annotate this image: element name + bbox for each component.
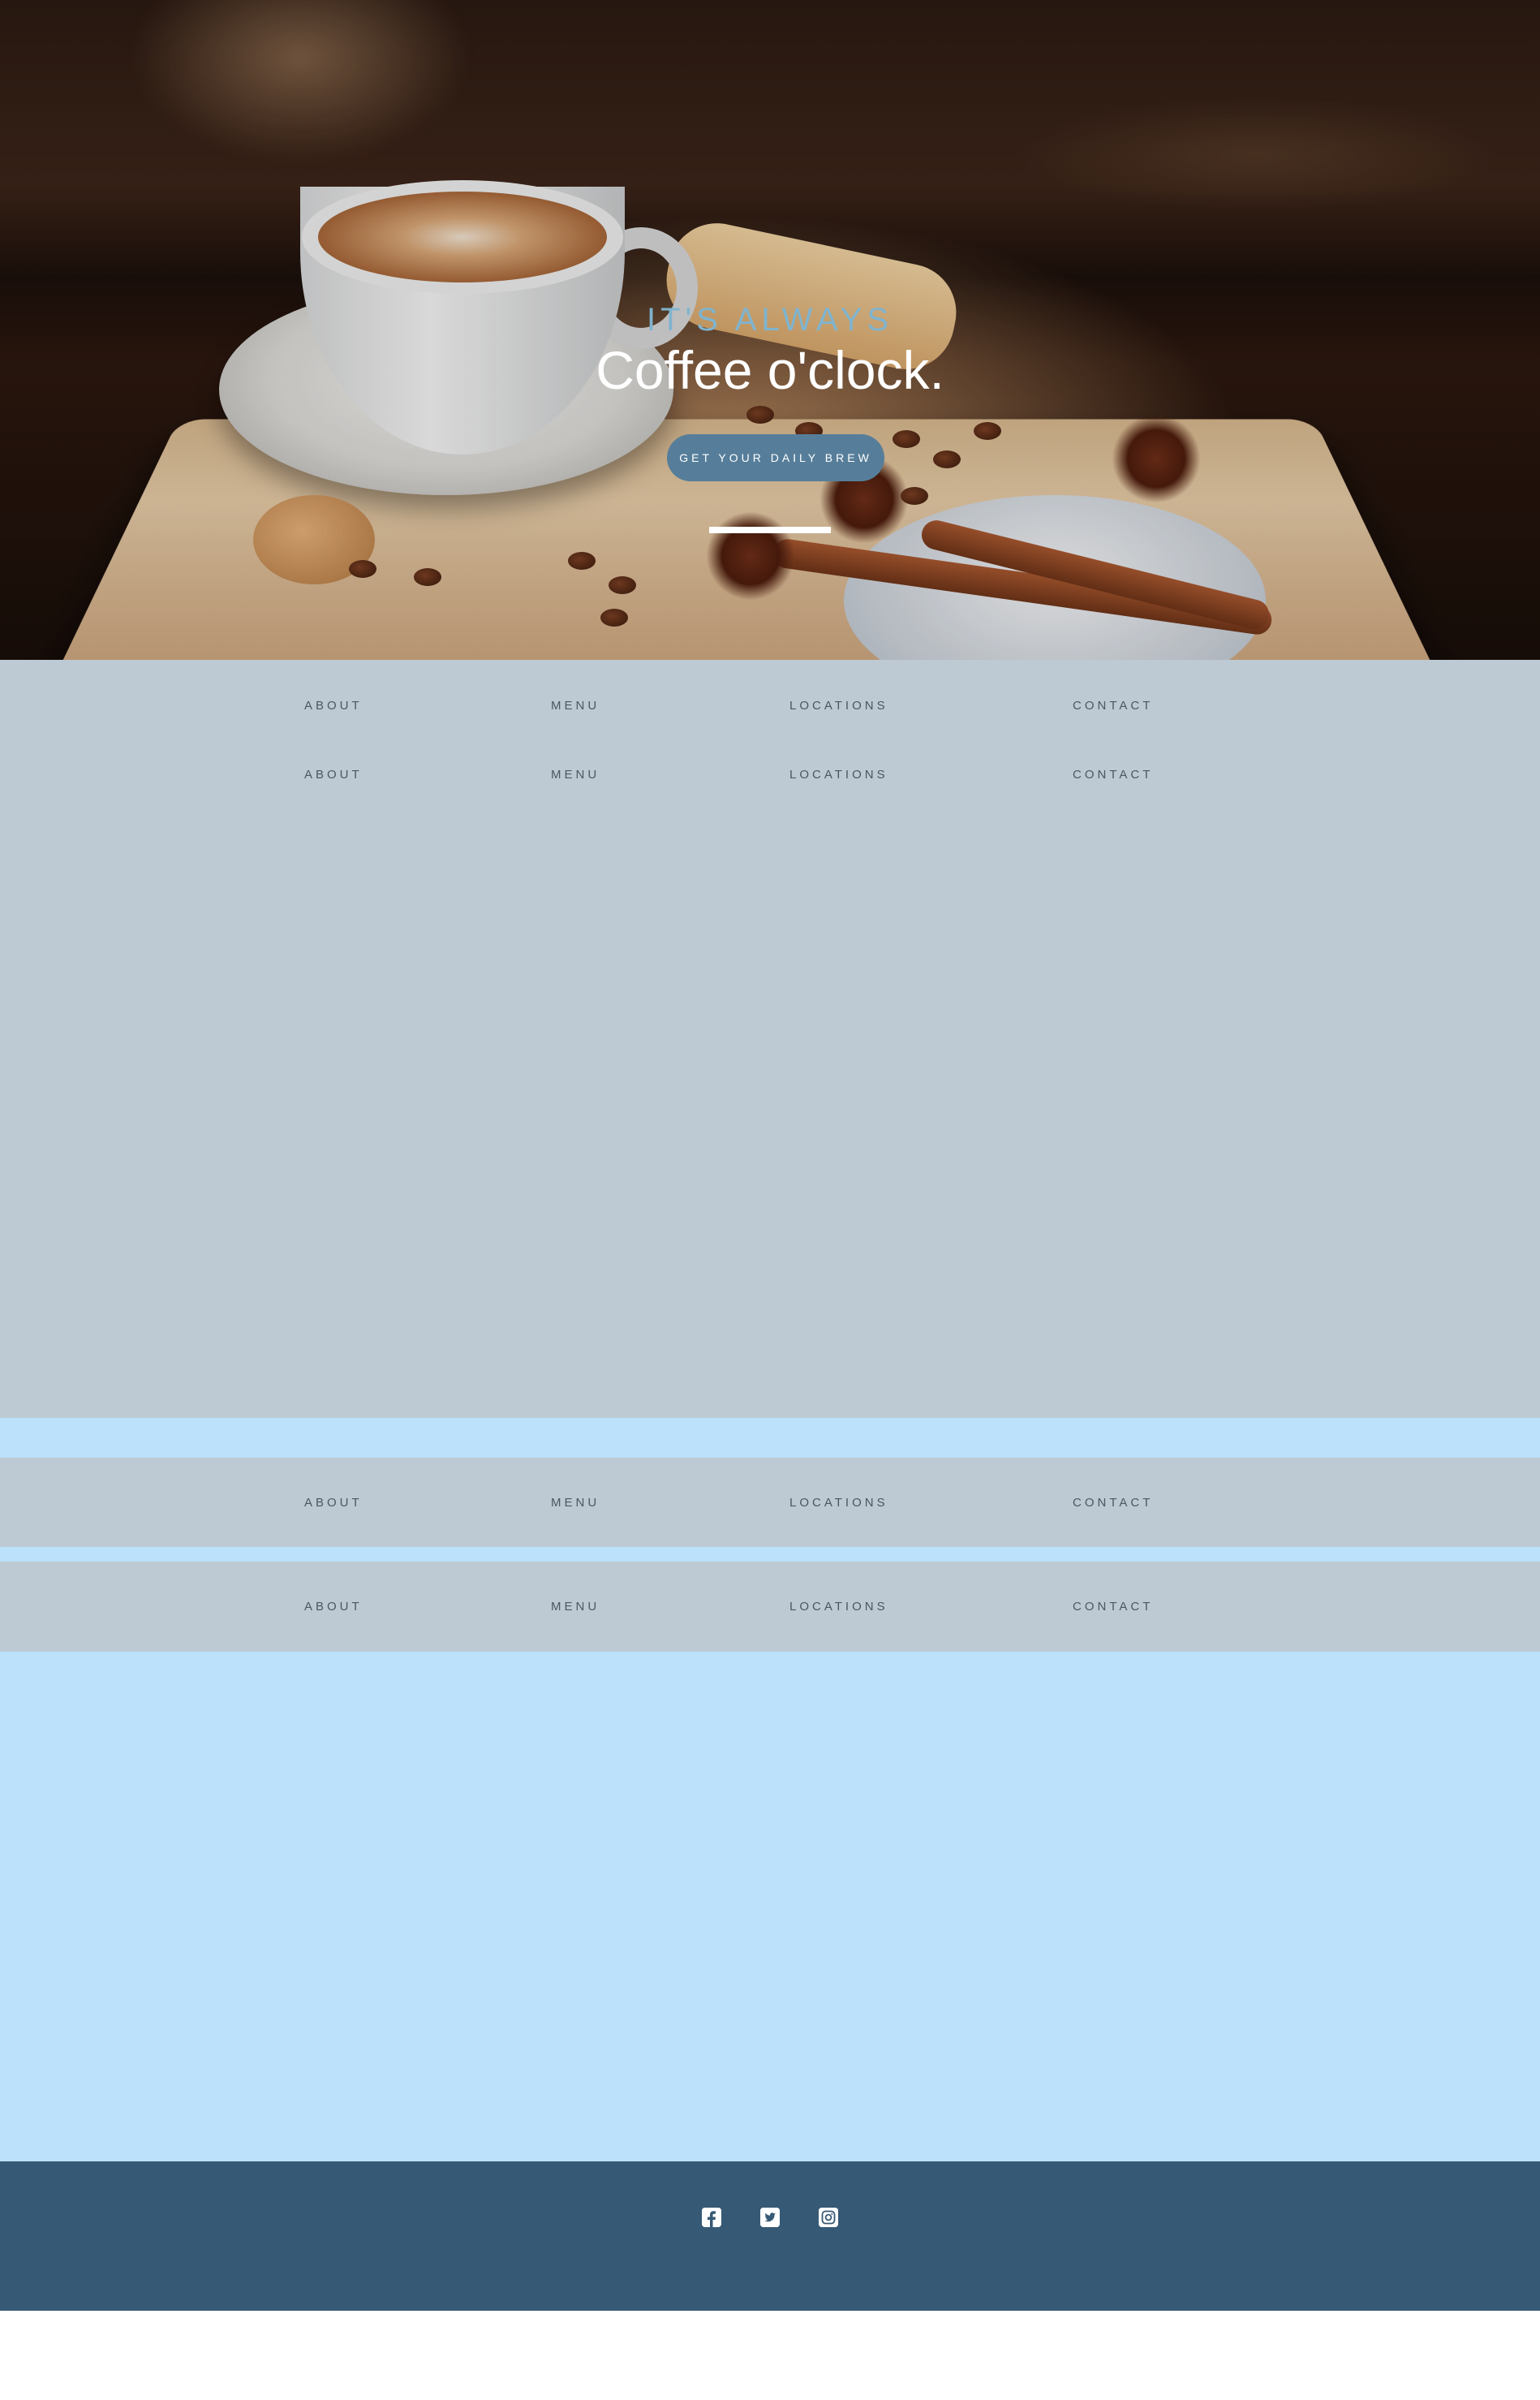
twitter-icon[interactable] <box>760 2208 780 2227</box>
hero-section: IT'S ALWAYS Coffee o'clock. GET YOUR DAI… <box>0 0 1540 660</box>
nav-link-menu[interactable]: MENU <box>551 1487 600 1519</box>
hero-content: IT'S ALWAYS Coffee o'clock. GET YOUR DAI… <box>0 0 1540 660</box>
daily-brew-button[interactable]: GET YOUR DAILY BREW <box>667 434 884 481</box>
nav-bar: ABOUT MENU LOCATIONS CONTACT <box>0 759 1540 791</box>
nav-link-about[interactable]: ABOUT <box>304 759 363 791</box>
nav-link-contact[interactable]: CONTACT <box>1073 690 1153 722</box>
nav-link-contact[interactable]: CONTACT <box>1073 1487 1153 1519</box>
nav-link-contact[interactable]: CONTACT <box>1073 759 1153 791</box>
nav-link-menu[interactable]: MENU <box>551 690 600 722</box>
nav-link-about[interactable]: ABOUT <box>304 1591 363 1623</box>
instagram-icon[interactable] <box>819 2208 838 2227</box>
nav-link-contact[interactable]: CONTACT <box>1073 1591 1153 1623</box>
nav-bar: ABOUT MENU LOCATIONS CONTACT <box>0 690 1540 722</box>
hero-divider <box>709 527 831 533</box>
nav-link-locations[interactable]: LOCATIONS <box>789 759 888 791</box>
nav-link-locations[interactable]: LOCATIONS <box>789 1487 888 1519</box>
nav-link-menu[interactable]: MENU <box>551 759 600 791</box>
nav-link-about[interactable]: ABOUT <box>304 690 363 722</box>
nav-link-locations[interactable]: LOCATIONS <box>789 690 888 722</box>
hero-kicker: IT'S ALWAYS <box>646 302 894 338</box>
footer <box>0 2161 1540 2311</box>
hero-title: Coffee o'clock. <box>596 340 944 400</box>
facebook-icon[interactable] <box>702 2208 721 2227</box>
nav-bar: ABOUT MENU LOCATIONS CONTACT <box>0 1487 1540 1519</box>
nav-bar: ABOUT MENU LOCATIONS CONTACT <box>0 1591 1540 1623</box>
nav-link-locations[interactable]: LOCATIONS <box>789 1591 888 1623</box>
nav-link-menu[interactable]: MENU <box>551 1591 600 1623</box>
nav-link-about[interactable]: ABOUT <box>304 1487 363 1519</box>
